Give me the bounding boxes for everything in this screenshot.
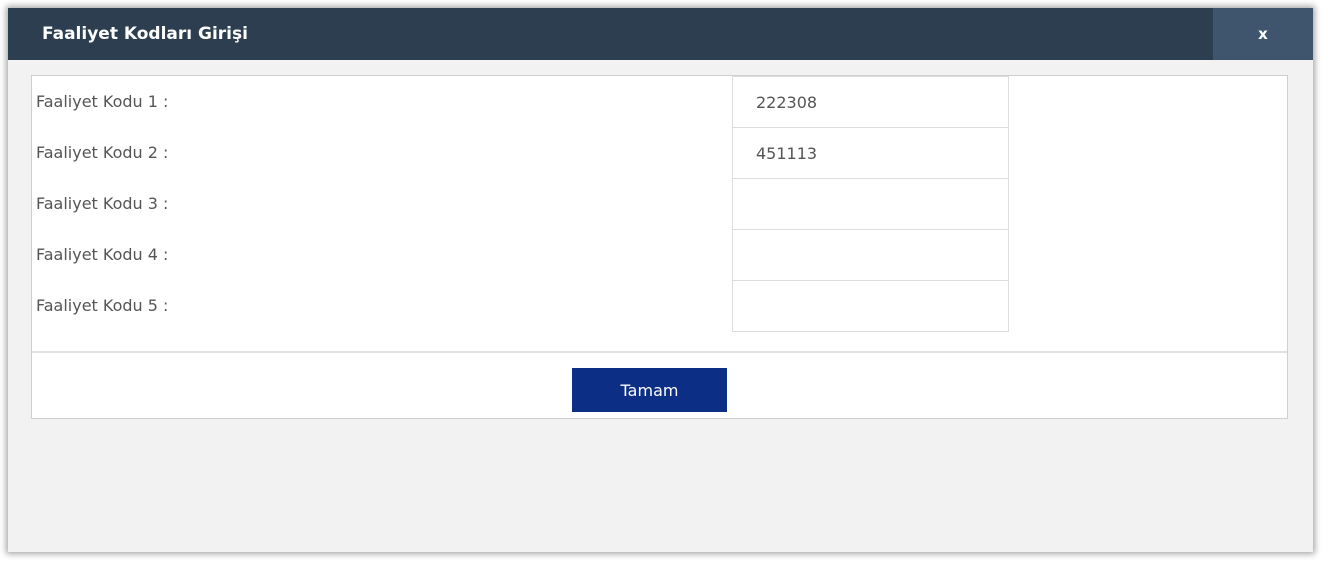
form-panel: Faaliyet Kodu 1 : Faaliyet Kodu 2 : Faal…	[31, 75, 1288, 419]
activity-codes-form: Faaliyet Kodu 1 : Faaliyet Kodu 2 : Faal…	[32, 76, 1287, 353]
form-row-code-3: Faaliyet Kodu 3 :	[32, 178, 1287, 230]
form-row-code-1: Faaliyet Kodu 1 :	[32, 76, 1287, 128]
code-4-label: Faaliyet Kodu 4 :	[36, 245, 169, 264]
ok-button[interactable]: Tamam	[572, 368, 727, 412]
dialog-titlebar: Faaliyet Kodları Girişi x	[8, 8, 1313, 60]
code-2-label: Faaliyet Kodu 2 :	[36, 143, 169, 162]
dialog-title: Faaliyet Kodları Girişi	[42, 24, 248, 44]
dialog-footer: Tamam	[32, 355, 1287, 418]
close-button[interactable]: x	[1213, 8, 1313, 60]
form-row-code-4: Faaliyet Kodu 4 :	[32, 229, 1287, 281]
code-5-input[interactable]	[732, 280, 1009, 332]
faaliyet-kodlari-dialog: Faaliyet Kodları Girişi x Faaliyet Kodu …	[8, 8, 1313, 552]
code-1-input[interactable]	[732, 76, 1009, 128]
code-3-input[interactable]	[732, 178, 1009, 230]
code-3-label: Faaliyet Kodu 3 :	[36, 194, 169, 213]
code-2-input[interactable]	[732, 127, 1009, 179]
code-1-label: Faaliyet Kodu 1 :	[36, 92, 169, 111]
form-row-code-5: Faaliyet Kodu 5 :	[32, 280, 1287, 332]
code-4-input[interactable]	[732, 229, 1009, 281]
form-row-code-2: Faaliyet Kodu 2 :	[32, 127, 1287, 179]
code-5-label: Faaliyet Kodu 5 :	[36, 296, 169, 315]
